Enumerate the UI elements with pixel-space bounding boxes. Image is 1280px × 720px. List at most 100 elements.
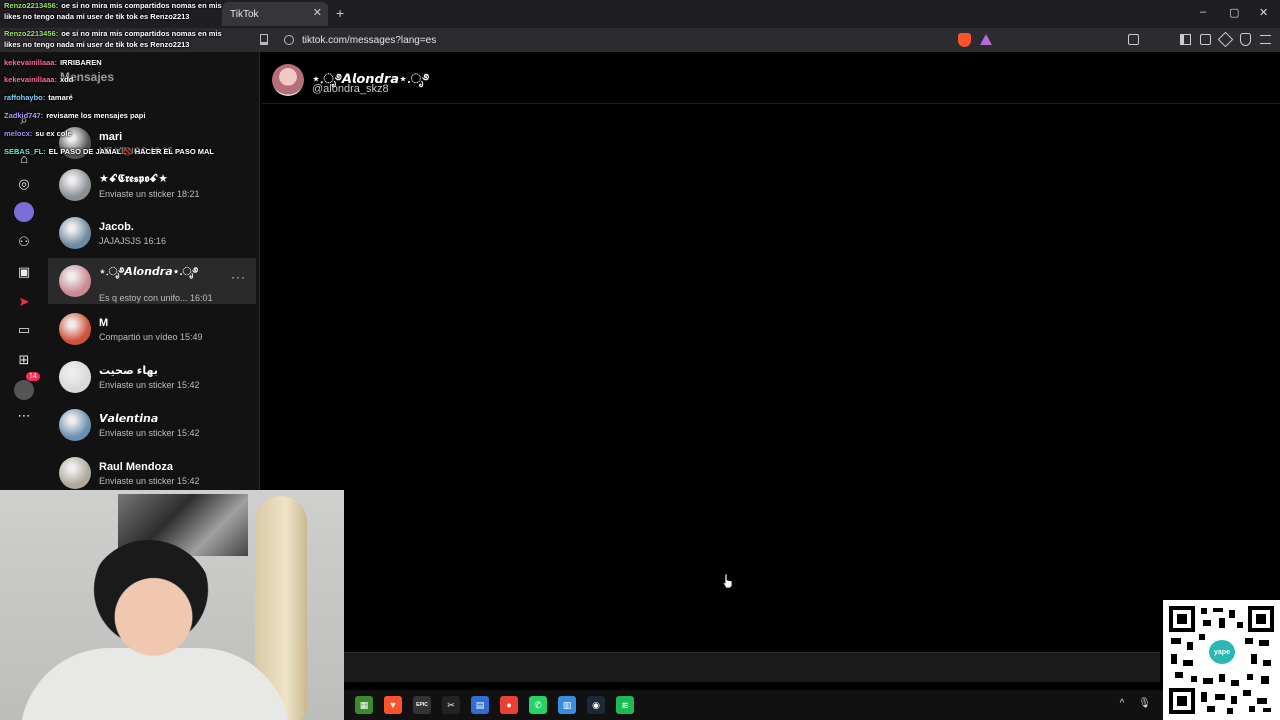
microphone-icon[interactable]: 🎙 <box>1138 698 1151 709</box>
conversation-preview: Enviaste un sticker 15:42 <box>99 428 200 438</box>
conversation-name: Jacob. <box>99 220 134 233</box>
calculator-icon[interactable]: ▤ <box>471 696 489 714</box>
conversation-preview: Compartió un vídeo 15:49 <box>99 331 203 342</box>
steam-icon[interactable]: ◉ <box>587 696 605 714</box>
conversation-item[interactable]: ⋆.ೃ࿔𝘼𝙡𝙤𝙣𝙙𝙧𝙖⋆.ೃ࿔ Es q estoy con unifo... 1… <box>48 258 256 304</box>
conversation-item[interactable]: بهاء صحيت Enviaste un sticker 15:42 <box>48 354 256 400</box>
conversation-avatar <box>59 265 91 297</box>
brave-shields-icon[interactable] <box>958 33 971 47</box>
brave-icon[interactable]: ▼ <box>384 696 402 714</box>
conversation-preview: Enviaste un sticker 18:21 <box>99 188 200 199</box>
chat-message: xdd <box>59 75 74 84</box>
conversation-text: بهاء صحيت Enviaste un sticker 15:42 <box>99 364 200 390</box>
conversation-preview: Enviaste un sticker 15:42 <box>99 380 200 390</box>
conversation-item[interactable]: Jacob. JAJAJSJS 16:16 <box>48 210 256 256</box>
chat-username: raffohaybo: <box>4 93 46 102</box>
tray-chevron-icon[interactable]: ^ <box>1120 698 1125 709</box>
menu-icon[interactable] <box>1260 35 1271 44</box>
leo-ai-icon[interactable] <box>1217 31 1234 48</box>
chat-username: Renzo2213456: <box>4 1 59 10</box>
wallet-icon[interactable] <box>1200 34 1211 45</box>
site-info-icon[interactable] <box>284 35 294 45</box>
url-text: tiktok.com/messages?lang=es <box>302 34 437 46</box>
epic-games-icon[interactable]: EPIC <box>413 696 431 714</box>
spotify-icon[interactable]: ≋ <box>616 696 634 714</box>
conversation-name: ⋆.ೃ࿔𝘼𝙡𝙤𝙣𝙙𝙧𝙖⋆.ೃ࿔ <box>99 266 199 278</box>
chrome-icon[interactable]: ● <box>500 696 518 714</box>
contact-avatar[interactable] <box>272 64 304 96</box>
address-field[interactable]: tiktok.com/messages?lang=es <box>280 30 1000 50</box>
stream-chat-line: kekevainillaaa: xdd <box>4 74 240 85</box>
notepad-icon[interactable]: ▥ <box>558 696 576 714</box>
conversation-preview: JAJAJSJS 16:16 <box>99 235 167 246</box>
avatar-icon[interactable] <box>14 380 34 400</box>
minecraft-icon[interactable]: ▦ <box>355 696 373 714</box>
brave-rewards-icon[interactable] <box>980 34 992 45</box>
compass-icon[interactable]: ◎ <box>14 174 34 194</box>
inbox-icon[interactable]: ▭ <box>14 320 34 340</box>
inbox-badge: 14 <box>26 372 40 381</box>
stream-chat-line: Renzo2213456: oe si no mira mis compartid… <box>4 28 240 50</box>
stream-chat-line: raffohaybo: tamaré <box>4 92 240 103</box>
system-tray: ^ 🎙 <box>1120 698 1151 709</box>
whatsapp-icon[interactable]: ✆ <box>529 696 547 714</box>
restore-button[interactable]: ▢ <box>1229 6 1239 19</box>
conversation-name: 𝙑𝙖𝙡𝙚𝙣𝙩𝙞𝙣𝙖 <box>99 413 159 425</box>
conversation-name: M <box>99 316 109 329</box>
bookmark-icon[interactable] <box>260 34 268 45</box>
conversation-item[interactable]: ★ꗃ𝕮𝖗𝖊𝖘𝖕𝖔ꗃ★ Enviaste un sticker 18:21 <box>48 162 256 208</box>
minimize-button[interactable]: – <box>1200 6 1206 18</box>
extensions-icon[interactable] <box>1128 34 1139 45</box>
vpn-icon[interactable] <box>1240 33 1251 46</box>
conversation-preview: Es q estoy con unifo... 16:01 <box>99 293 213 303</box>
stream-chat-line: melocx: su ex cole <box>4 128 240 139</box>
following-icon[interactable]: ⚇ <box>14 232 34 252</box>
capcut-icon[interactable]: ✂ <box>442 696 460 714</box>
yape-logo: yape <box>1209 640 1235 664</box>
conversation-avatar <box>59 361 91 393</box>
conversation-name: بهاء صحيت <box>99 365 158 377</box>
conversation-item[interactable]: M Compartió un vídeo 15:49 <box>48 306 256 352</box>
conversation-text: M Compartió un vídeo 15:49 <box>99 317 203 342</box>
live-icon[interactable]: ▣ <box>14 262 34 282</box>
send-icon[interactable]: ➤ <box>14 292 34 312</box>
conversation-text: Raul Mendoza Enviaste un sticker 15:42 <box>99 461 200 486</box>
conversation-item[interactable]: 𝙑𝙖𝙡𝙚𝙣𝙩𝙞𝙣𝙖 Enviaste un sticker 15:42 <box>48 402 256 448</box>
conversation-avatar <box>59 313 91 345</box>
stream-chat-line: kekevainillaaa: IRRIBAREN <box>4 57 240 68</box>
sidebar-toggle-icon[interactable] <box>1180 34 1191 45</box>
yape-qr-code: yape <box>1163 600 1280 720</box>
os-taskbar: ▦ ▼ EPIC ✂ ▤ ● ✆ ▥ ◉ ≋ ^ 🎙 <box>344 690 1163 720</box>
conversation-avatar <box>59 409 91 441</box>
conversation-avatar <box>59 169 91 201</box>
conversation-name: Raul Mendoza <box>99 460 173 473</box>
conversation-text: ★ꗃ𝕮𝖗𝖊𝖘𝖕𝖔ꗃ★ Enviaste un sticker 18:21 <box>99 172 200 199</box>
contact-handle[interactable]: @alondra_skz8 <box>312 83 389 95</box>
conversation-more-button[interactable]: ··· <box>231 270 246 284</box>
chat-message: IRRIBAREN <box>59 58 102 67</box>
hand-cursor-icon <box>722 573 733 589</box>
message-composer[interactable] <box>344 652 1160 682</box>
chat-message: tamaré <box>48 93 73 102</box>
chat-header: ⋆.ೃ࿔𝘼𝙡𝙤𝙣𝙙𝙧𝙖⋆.ೃ࿔ @alondra_skz8 <box>262 52 1280 104</box>
conversation-text: ⋆.ೃ࿔𝘼𝙡𝙤𝙣𝙙𝙧𝙖⋆.ೃ࿔ Es q estoy con unifo... 1… <box>99 259 213 303</box>
conversation-avatar <box>59 217 91 249</box>
profile-icon[interactable] <box>14 202 34 222</box>
stream-chat-line: SEBAS_FL: EL PASO DE JAMAL 🚫 HACER EL PAS… <box>4 146 240 157</box>
chat-message: EL PASO DE JAMAL 🚫 HACER EL PASO MAL <box>48 147 215 156</box>
close-window-button[interactable]: ✕ <box>1259 6 1268 19</box>
chat-username: SEBAS_FL: <box>4 147 46 156</box>
stream-chat-line: Zadkid747: revisame los mensajes papi <box>4 110 240 121</box>
chat-message: su ex cole <box>35 129 72 138</box>
tab-close-icon[interactable]: ✕ <box>313 6 322 19</box>
upload-icon[interactable]: ⊞ <box>14 350 34 370</box>
new-tab-button[interactable]: + <box>336 5 344 21</box>
chat-username: kekevainillaaa: <box>4 75 57 84</box>
more-icon[interactable]: ⋯ <box>14 406 34 426</box>
conversation-name: ★ꗃ𝕮𝖗𝖊𝖘𝖕𝖔ꗃ★ <box>99 172 168 185</box>
webcam-feed <box>0 490 344 720</box>
conversation-item[interactable]: mari ME VENGO 19:35 <box>48 120 256 166</box>
streamer-head <box>88 540 214 664</box>
conversation-text: 𝙑𝙖𝙡𝙚𝙣𝙩𝙞𝙣𝙖 Enviaste un sticker 15:42 <box>99 412 200 438</box>
conversation-item[interactable]: Raul Mendoza Enviaste un sticker 15:42 <box>48 450 256 492</box>
